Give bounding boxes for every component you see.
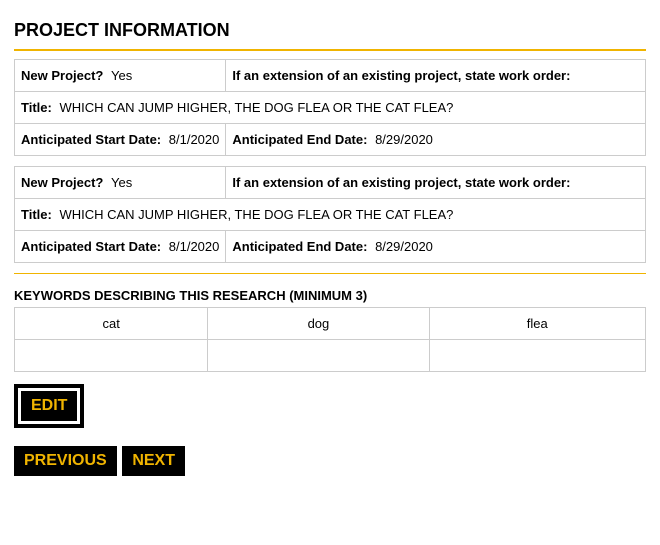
keyword-cell-empty (15, 340, 208, 372)
end-date-label: Anticipated End Date: (232, 132, 367, 147)
start-date-label: Anticipated Start Date: (21, 239, 161, 254)
section-title: PROJECT INFORMATION (14, 14, 646, 47)
table-row: Anticipated Start Date: 8/1/2020 Anticip… (15, 231, 646, 263)
edit-button[interactable]: EDIT (21, 391, 77, 421)
title-label: Title: (21, 207, 52, 222)
keyword-cell: dog (208, 308, 429, 340)
keyword-cell: flea (429, 308, 646, 340)
extension-label: If an extension of an existing project, … (232, 175, 570, 190)
previous-button[interactable]: PREVIOUS (14, 446, 117, 476)
table-row: Title: WHICH CAN JUMP HIGHER, THE DOG FL… (15, 199, 646, 231)
table-row: New Project? Yes If an extension of an e… (15, 60, 646, 92)
edit-highlight-box: EDIT (14, 384, 84, 428)
title-value: WHICH CAN JUMP HIGHER, THE DOG FLEA OR T… (55, 100, 453, 115)
keyword-cell-empty (429, 340, 646, 372)
start-date-value: 8/1/2020 (165, 132, 220, 147)
table-row (15, 340, 646, 372)
new-project-label: New Project? (21, 175, 103, 190)
extension-label: If an extension of an existing project, … (232, 68, 570, 83)
end-date-label: Anticipated End Date: (232, 239, 367, 254)
table-row: Anticipated Start Date: 8/1/2020 Anticip… (15, 124, 646, 156)
table-row: Title: WHICH CAN JUMP HIGHER, THE DOG FL… (15, 92, 646, 124)
end-date-value: 8/29/2020 (371, 239, 433, 254)
start-date-value: 8/1/2020 (165, 239, 220, 254)
divider-mid (14, 273, 646, 274)
keywords-table: cat dog flea (14, 307, 646, 372)
table-row: cat dog flea (15, 308, 646, 340)
keywords-header: KEYWORDS DESCRIBING THIS RESEARCH (MINIM… (14, 282, 646, 307)
start-date-label: Anticipated Start Date: (21, 132, 161, 147)
new-project-label: New Project? (21, 68, 103, 83)
divider-top (14, 49, 646, 51)
project-info-table-1: New Project? Yes If an extension of an e… (14, 59, 646, 156)
table-row: New Project? Yes If an extension of an e… (15, 167, 646, 199)
next-button[interactable]: NEXT (122, 446, 185, 476)
project-info-table-2: New Project? Yes If an extension of an e… (14, 166, 646, 263)
new-project-value: Yes (107, 175, 132, 190)
new-project-value: Yes (107, 68, 132, 83)
title-label: Title: (21, 100, 52, 115)
title-value: WHICH CAN JUMP HIGHER, THE DOG FLEA OR T… (55, 207, 453, 222)
keyword-cell: cat (15, 308, 208, 340)
keyword-cell-empty (208, 340, 429, 372)
end-date-value: 8/29/2020 (371, 132, 433, 147)
